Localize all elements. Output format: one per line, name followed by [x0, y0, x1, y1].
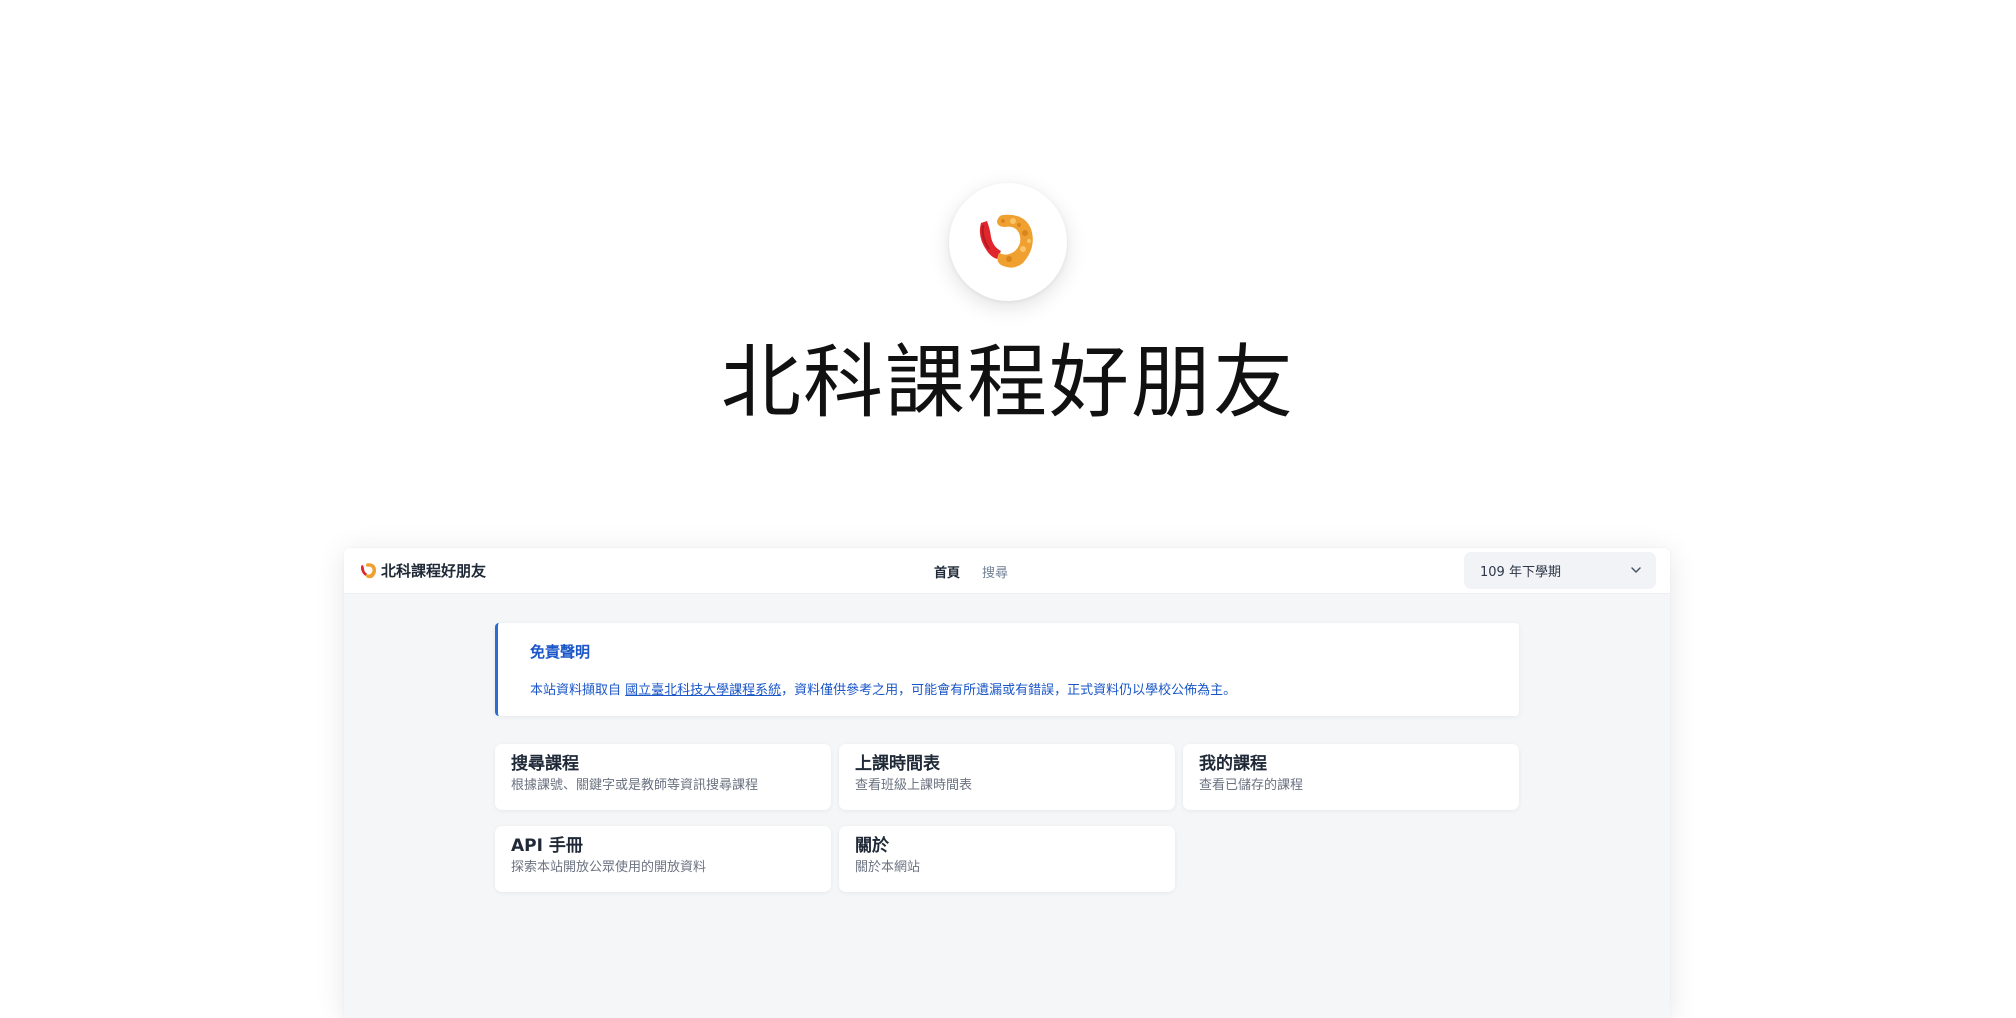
card-description: 探索本站開放公眾使用的開放資料 [511, 860, 707, 875]
brand-name: 北科課程好朋友 [381, 562, 487, 580]
nav-link-home[interactable]: 首頁 [934, 562, 960, 581]
notice-title: 免責聲明 [530, 643, 591, 661]
card-api-manual[interactable]: API 手冊 探索本站開放公眾使用的開放資料 [495, 826, 831, 892]
shrimp-tempura-icon [979, 214, 1033, 268]
card-description: 關於本網站 [855, 860, 921, 875]
app-window-preview: 北科課程好朋友 首頁 搜尋 109 年下學期 免責聲明 本站資料擷取自 國立臺北… [344, 548, 1670, 1018]
nav-link-search[interactable]: 搜尋 [982, 562, 1008, 581]
card-title: 關於 [855, 836, 889, 856]
card-description: 查看班級上課時間表 [855, 778, 973, 793]
semester-select[interactable]: 109 年下學期 [1464, 552, 1656, 589]
card-my-courses[interactable]: 我的課程 查看已儲存的課程 [1183, 744, 1519, 810]
top-navbar: 北科課程好朋友 首頁 搜尋 109 年下學期 [344, 548, 1670, 594]
card-class-timetable[interactable]: 上課時間表 查看班級上課時間表 [839, 744, 1175, 810]
hero-title: 北科課程好朋友 [721, 336, 1295, 429]
hero-logo [949, 183, 1067, 301]
card-description: 查看已儲存的課程 [1199, 778, 1304, 793]
card-description: 根據課號、關鍵字或是教師等資訊搜尋課程 [511, 778, 759, 793]
disclaimer-notice: 免責聲明 本站資料擷取自 國立臺北科技大學課程系統，資料僅供參考之用，可能會有所… [495, 623, 1519, 716]
card-title: 搜尋課程 [511, 754, 579, 774]
card-title: 上課時間表 [855, 754, 940, 774]
hero-section: 北科課程好朋友 [0, 0, 2016, 540]
card-search-courses[interactable]: 搜尋課程 根據課號、關鍵字或是教師等資訊搜尋課程 [495, 744, 831, 810]
chevron-down-icon [1631, 567, 1641, 573]
shrimp-tempura-icon [360, 562, 377, 578]
notice-text: 本站資料擷取自 國立臺北科技大學課程系統，資料僅供參考之用，可能會有所遺漏或有錯… [530, 679, 1236, 698]
notice-text-before: 本站資料擷取自 [530, 683, 626, 698]
card-title: API 手冊 [511, 836, 583, 856]
card-about[interactable]: 關於 關於本網站 [839, 826, 1175, 892]
nav-links: 首頁 搜尋 [934, 562, 1008, 581]
card-title: 我的課程 [1199, 754, 1267, 774]
notice-text-after: ，資料僅供參考之用，可能會有所遺漏或有錯誤，正式資料仍以學校公佈為主。 [781, 683, 1237, 698]
ntut-course-system-link[interactable]: 國立臺北科技大學課程系統 [625, 683, 781, 698]
brand[interactable]: 北科課程好朋友 [359, 560, 486, 581]
semester-select-value: 109 年下學期 [1480, 565, 1561, 580]
